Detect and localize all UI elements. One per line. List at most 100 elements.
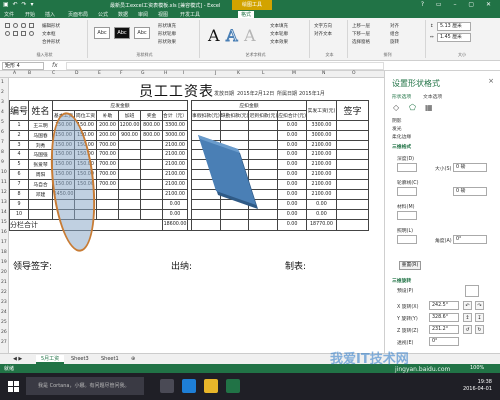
cell-bonus[interactable] [140, 208, 164, 220]
cell-deduct-total[interactable]: 0.00 [277, 139, 307, 151]
row-header[interactable]: 10 [1, 170, 7, 175]
cell-sign[interactable] [335, 189, 369, 200]
merge-shapes-button[interactable]: 合并形状 [42, 39, 60, 45]
row-header[interactable]: 25 [1, 320, 7, 325]
cell-name[interactable]: 周阳 [28, 169, 54, 181]
selection-pane-button[interactable]: 选择窗格 [352, 39, 370, 45]
cell-overtime[interactable] [118, 208, 142, 220]
wordart-style-1[interactable]: A [208, 26, 220, 45]
group-button[interactable]: 组合 [390, 31, 399, 37]
sheet-tab-sheet3[interactable]: Sheet3 [66, 355, 94, 364]
reset-button[interactable]: 重置(R) [399, 261, 421, 270]
contour-color-picker[interactable] [397, 187, 417, 196]
cell-subsidy[interactable]: 700.00 [96, 139, 120, 151]
cell-name[interactable]: 刘秀 [28, 139, 54, 151]
col-header-d[interactable]: D [75, 71, 78, 76]
formula-input[interactable] [66, 62, 384, 70]
text-direction-button[interactable]: 文字方向 [314, 23, 332, 29]
text-effects-button[interactable]: 文本效果 [270, 39, 288, 45]
cell-no[interactable]: 5 [8, 159, 30, 171]
cell-overtime[interactable]: 900.00 [118, 129, 142, 141]
col-header-e[interactable]: E [98, 71, 101, 76]
cell-overtime[interactable] [118, 189, 142, 200]
shape-width-input[interactable]: 1.45 厘米 [437, 33, 471, 42]
rotation-preset-picker[interactable] [465, 285, 479, 297]
col-header-g[interactable]: G [141, 71, 145, 76]
edge-icon[interactable] [182, 379, 196, 393]
shape-fill-button[interactable]: 形状填充 [158, 23, 176, 29]
depth-color-picker[interactable] [397, 163, 417, 172]
cell-subsidy[interactable]: 700.00 [96, 149, 120, 161]
row-header[interactable]: 19 [1, 260, 7, 265]
cell-bonus[interactable] [140, 198, 164, 210]
row-header[interactable]: 26 [1, 330, 7, 335]
window-controls[interactable]: ? ▭ – ▢ ✕ [421, 1, 496, 8]
row-header[interactable]: 12 [1, 190, 7, 195]
lighting-angle-input[interactable]: 0° [453, 235, 487, 244]
cell-net[interactable]: 2100.00 [305, 159, 337, 171]
close-icon[interactable]: × [488, 77, 494, 85]
edit-shape-button[interactable]: 编辑形状 [42, 23, 60, 29]
shape-effects-button[interactable]: 形状效果 [158, 39, 176, 45]
cell-deduct-total[interactable]: 0.00 [277, 189, 307, 200]
fill-icon[interactable]: ◇ [393, 103, 399, 112]
lighting-picker[interactable] [397, 235, 417, 244]
cell-sign[interactable] [335, 129, 369, 141]
col-header-m[interactable]: M [292, 71, 296, 76]
row-header[interactable]: 24 [1, 310, 7, 315]
cell-sign[interactable] [335, 179, 369, 191]
y-rotate-up-button[interactable]: ↥ [463, 313, 472, 322]
section-3d-format[interactable]: 三维格式 [392, 143, 411, 150]
pentagon-icon[interactable]: ⬠ [409, 103, 416, 112]
cell-total[interactable]: 2100.00 [162, 149, 189, 161]
cell-no[interactable]: 8 [8, 189, 30, 200]
cell-bonus[interactable] [140, 139, 164, 151]
tab-insert[interactable]: 插入 [45, 11, 55, 18]
align-button[interactable]: 对齐 [390, 23, 399, 29]
section-3d-rotation[interactable]: 三维旋转 [392, 277, 411, 284]
row-header[interactable]: 8 [1, 150, 4, 155]
name-box[interactable]: 矩形 4 [2, 62, 44, 70]
tab-home[interactable]: 开始 [25, 11, 35, 18]
col-header-l[interactable]: L [262, 71, 265, 76]
section-soft-edge[interactable]: 柔化边缘 [392, 133, 411, 140]
perspective-input[interactable]: 0° [429, 337, 459, 346]
tab-shape-options[interactable]: 形状选项 [392, 93, 411, 100]
worksheet[interactable]: 员工工资表 发放日期 2015年2月12日 所属日期 2015年1月 编号 姓名… [8, 78, 384, 353]
cell-net[interactable]: 2100.00 [305, 149, 337, 161]
style-swatch-1[interactable]: Abc [94, 27, 110, 39]
row-header[interactable]: 7 [1, 140, 4, 145]
cell-subsidy[interactable]: 200.00 [96, 129, 120, 141]
z-rotate-left-button[interactable]: ↺ [463, 325, 472, 334]
cell-bonus[interactable] [140, 159, 164, 171]
align-text-button[interactable]: 对齐文本 [314, 31, 332, 37]
cell-sign[interactable] [335, 169, 369, 181]
cell-bonus[interactable]: 800.00 [140, 129, 164, 141]
zoom-level[interactable]: 100% [470, 365, 484, 371]
cell-deduct-total[interactable]: 0.00 [277, 208, 307, 220]
cell-name[interactable]: 张爱琴 [28, 159, 54, 171]
cell-name[interactable]: 马国强 [28, 149, 54, 161]
send-backward-button[interactable]: 下移一层 [352, 31, 370, 37]
sheet-tab-sheet1[interactable]: Sheet1 [96, 355, 124, 364]
excel-icon[interactable] [226, 379, 240, 393]
cell-deduct-total[interactable]: 0.00 [277, 198, 307, 210]
cell-bonus[interactable]: 800.00 [140, 119, 164, 131]
cell-net[interactable]: 3000.00 [305, 129, 337, 141]
y-rotation-input[interactable]: 328.6° [429, 313, 459, 322]
tab-formulas[interactable]: 公式 [98, 11, 108, 18]
cell-overtime[interactable] [118, 159, 142, 171]
row-header[interactable]: 13 [1, 200, 7, 205]
tab-view[interactable]: 视图 [158, 11, 168, 18]
cell-name[interactable]: 马自合 [28, 179, 54, 191]
col-header-j[interactable]: J [215, 71, 216, 76]
3d-rectangle-shape[interactable] [198, 129, 260, 211]
tab-data[interactable]: 数据 [118, 11, 128, 18]
cell-deduct-total[interactable]: 0.00 [277, 129, 307, 141]
cell-sign[interactable] [335, 149, 369, 161]
row-header[interactable]: 21 [1, 280, 7, 285]
cell-no[interactable]: 7 [8, 179, 30, 191]
row-header[interactable]: 6 [1, 130, 4, 135]
bring-forward-button[interactable]: 上移一层 [352, 23, 370, 29]
tab-page-layout[interactable]: 页面布局 [68, 11, 88, 18]
